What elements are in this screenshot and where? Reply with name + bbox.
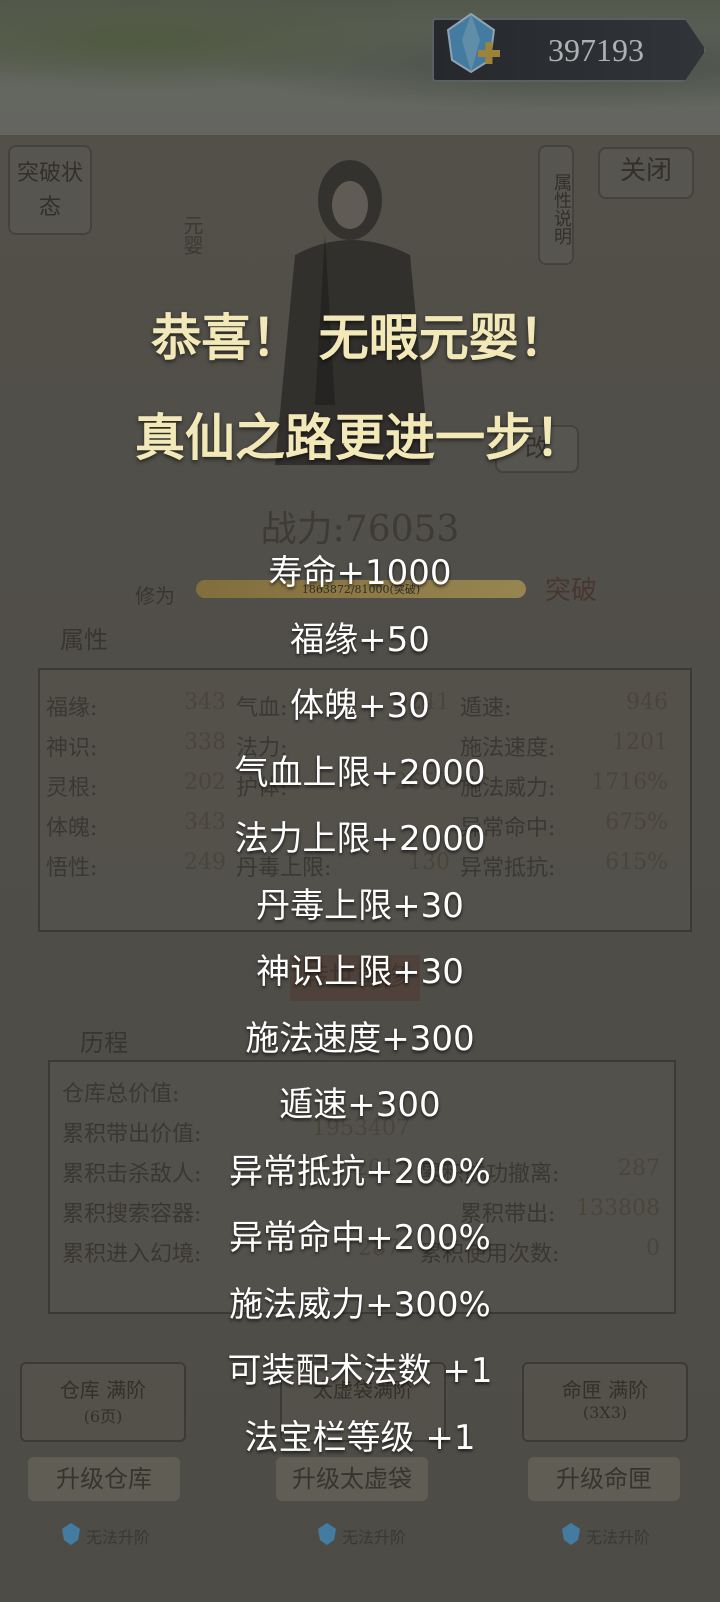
currency-value: 397193 [548, 32, 644, 68]
spirit-stone-icon [562, 1523, 580, 1545]
bonus-item: 异常命中+200% [229, 1218, 491, 1258]
bonus-item: 寿命+1000 [268, 553, 452, 593]
bonus-item: 丹毒上限+30 [256, 885, 464, 926]
bonus-item: 施法速度+300 [245, 1018, 475, 1059]
bonus-item: 遁速+300 [279, 1085, 441, 1125]
attribute-guide-button[interactable]: 属性说明 [538, 145, 574, 265]
upgrade-note: 无法升阶 [342, 1528, 407, 1547]
congrats-line-1: 恭喜！ 无暇元婴！ [151, 309, 569, 367]
congrats-line-2: 真仙之路更进一步！ [135, 409, 585, 467]
spirit-stone-icon [62, 1523, 80, 1545]
bonus-item: 体魄+30 [290, 686, 430, 726]
close-button[interactable]: 关闭 [598, 147, 694, 199]
spirit-stone-icon [318, 1523, 336, 1545]
bonus-item: 可装配术法数 +1 [227, 1351, 493, 1391]
bonus-item: 法力上限+2000 [234, 819, 486, 859]
bonus-item: 异常抵抗+200% [229, 1151, 491, 1192]
upgrade-note: 无法升阶 [586, 1528, 651, 1547]
bonus-item: 法宝栏等级 +1 [244, 1417, 476, 1458]
bonus-item: 气血上限+2000 [234, 752, 486, 793]
bonus-list: 寿命+1000 福缘+50 体魄+30 气血上限+2000 法力上限+2000 … [0, 540, 720, 1471]
realm-tag: 元婴 [180, 215, 204, 255]
upgrade-note: 无法升阶 [86, 1528, 151, 1547]
spirit-stone-plus-icon[interactable] [440, 10, 502, 80]
bonus-item: 福缘+50 [290, 619, 430, 660]
bonus-item: 神识上限+30 [256, 952, 464, 992]
bonus-item: 施法威力+300% [229, 1284, 491, 1325]
breakthrough-status-button[interactable]: 突破状态 [8, 145, 92, 235]
